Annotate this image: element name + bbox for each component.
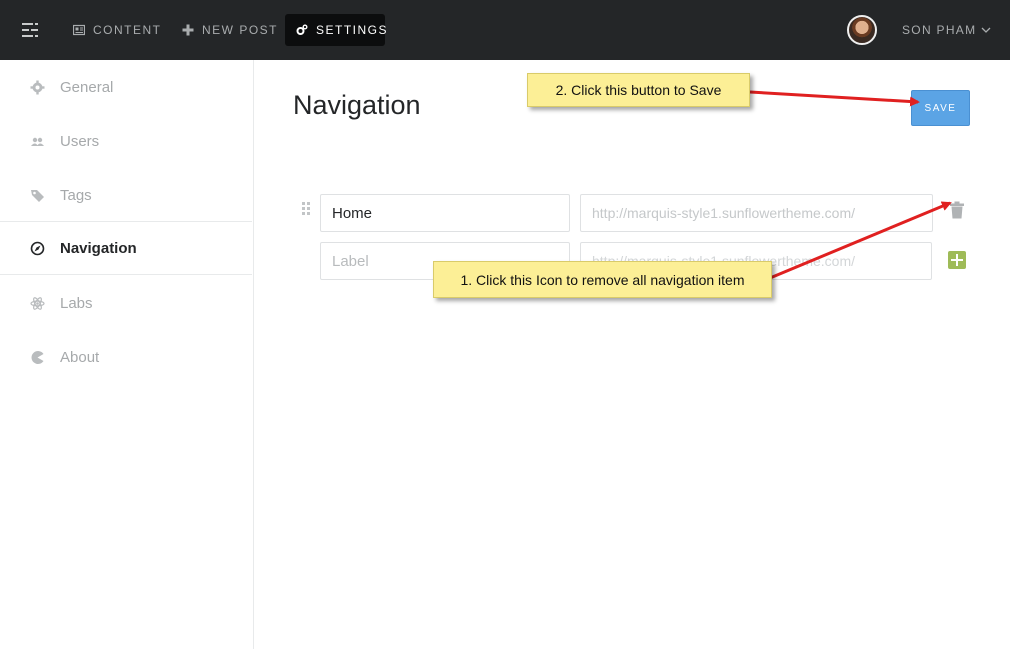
sidebar-item-label: Labs [60,294,93,312]
menu-icon[interactable] [22,23,38,37]
user-name: SON PHAM [902,23,977,37]
sidebar-item-navigation[interactable]: Navigation [0,221,252,275]
gears-icon [296,24,308,36]
top-bar: CONTENT NEW POST SETTINGS SON PHAM [0,0,1010,60]
nav-content[interactable]: CONTENT [62,14,173,46]
nav-content-label: CONTENT [93,23,162,37]
nav-url-input[interactable]: http://marquis-style1.sunflowertheme.com… [580,194,933,232]
nav-settings[interactable]: SETTINGS [285,14,389,46]
drag-handle-icon[interactable] [302,202,310,218]
save-arrow [749,90,920,107]
gear-icon [30,80,45,95]
sidebar-item-label: Tags [60,186,92,204]
atom-icon [30,296,45,311]
avatar[interactable] [847,15,877,45]
plus-icon [182,24,194,36]
sidebar-item-about[interactable]: About [0,330,252,384]
nav-label-input[interactable]: Home [320,194,570,232]
remove-callout: 1. Click this Icon to remove all navigat… [433,261,772,298]
sidebar-item-label: About [60,348,100,366]
page-title: Navigation [293,90,421,120]
sidebar-item-label: Navigation [60,239,137,257]
trash-icon[interactable] [949,201,965,219]
settings-sidebar: General Users Tags Navigation Labs About [0,60,254,649]
users-icon [30,134,45,149]
nav-new-post-label: NEW POST [202,23,279,37]
content-icon [72,24,86,36]
nav-settings-label: SETTINGS [316,23,389,37]
sidebar-item-users[interactable]: Users [0,114,252,168]
sidebar-item-labs[interactable]: Labs [0,276,252,330]
save-callout: 2. Click this button to Save [527,73,750,107]
sidebar-item-general[interactable]: General [0,60,252,114]
compass-icon [30,241,45,256]
add-item-button[interactable] [948,251,966,269]
save-button[interactable]: SAVE [911,90,970,126]
sidebar-item-tags[interactable]: Tags [0,168,252,222]
sidebar-item-label: Users [60,132,100,150]
pacman-icon [30,350,45,365]
user-menu[interactable]: SON PHAM [902,23,991,37]
chevron-down-icon [981,27,991,33]
sidebar-item-label: General [60,78,114,96]
nav-new-post[interactable]: NEW POST [171,14,289,46]
tag-icon [30,188,45,203]
